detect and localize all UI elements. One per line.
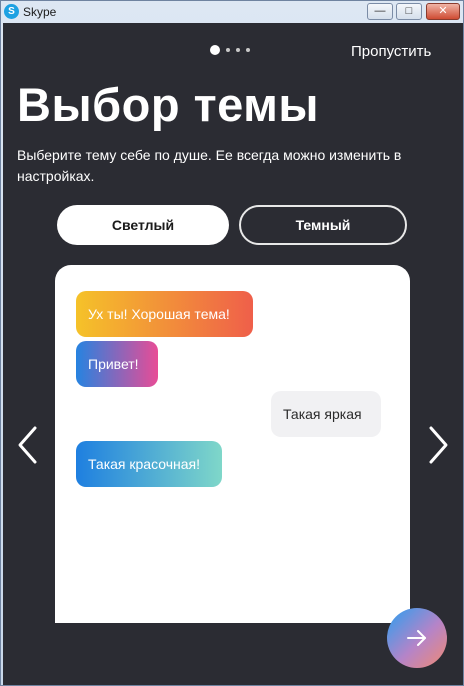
chat-bubble-outgoing: Такая яркая: [271, 391, 381, 437]
page-dot: [246, 48, 250, 52]
page-dot: [226, 48, 230, 52]
skype-logo-icon: S: [4, 4, 19, 19]
close-icon: ✕: [438, 5, 448, 17]
page-subtitle: Выберите тему себе по душе. Ее всегда мо…: [17, 147, 402, 184]
chat-bubble: Привет!: [76, 341, 158, 387]
chevron-left-icon: [18, 426, 37, 464]
window-title: Skype: [23, 5, 57, 19]
skype-window: S Skype — □ ✕ Пропустить Выбор темы Выбе…: [0, 0, 464, 686]
title-bar[interactable]: S Skype — □ ✕: [1, 1, 463, 23]
previous-theme-button[interactable]: [15, 425, 41, 465]
dark-theme-button[interactable]: Темный: [239, 205, 407, 245]
theme-onboarding-screen: Пропустить Выбор темы Выберите тему себе…: [3, 23, 463, 685]
light-theme-button[interactable]: Светлый: [57, 205, 229, 245]
minimize-button[interactable]: —: [367, 3, 393, 20]
continue-button[interactable]: [387, 608, 447, 668]
chevron-right-icon: [429, 426, 448, 464]
maximize-icon: □: [405, 5, 413, 17]
close-button[interactable]: ✕: [426, 3, 460, 20]
page-indicator: [210, 45, 250, 55]
next-theme-button[interactable]: [425, 425, 451, 465]
skip-link[interactable]: Пропустить: [351, 43, 431, 60]
minimize-icon: —: [374, 5, 386, 17]
chat-bubble: Такая красочная!: [76, 441, 222, 487]
page-dot: [236, 48, 240, 52]
page-dot-active: [210, 45, 220, 55]
maximize-button[interactable]: □: [396, 3, 422, 20]
arrow-right-icon: [407, 630, 426, 646]
chat-bubble: Ух ты! Хорошая тема!: [76, 291, 253, 337]
page-title: Выбор темы: [17, 78, 320, 131]
theme-preview-card: Ух ты! Хорошая тема! Привет! Такая яркая…: [55, 265, 410, 623]
